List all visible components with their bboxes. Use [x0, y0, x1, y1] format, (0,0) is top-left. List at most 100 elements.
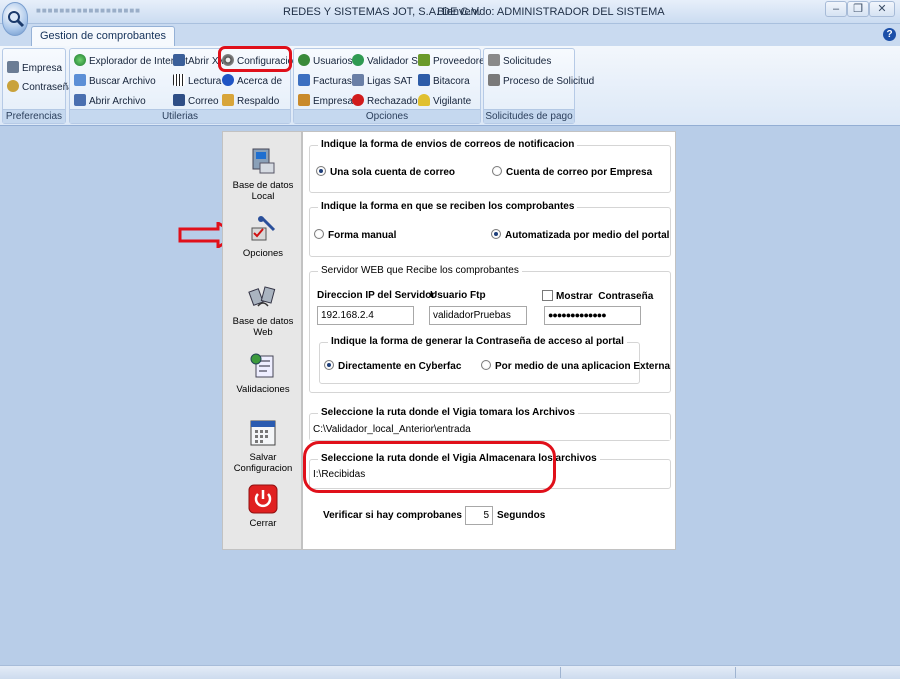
password-input[interactable]: ●●●●●●●●●●●●●	[544, 306, 641, 325]
save-config-icon	[248, 418, 278, 448]
empresas-button[interactable]: Empresas	[298, 94, 358, 110]
key-icon	[7, 80, 19, 92]
backup-icon	[222, 94, 234, 106]
rejected-icon	[352, 94, 364, 106]
application-menu-button[interactable]	[2, 2, 28, 36]
legend-recibir: Indique la forma en que se reciben los c…	[318, 201, 578, 212]
companies-icon	[298, 94, 310, 106]
group-label-preferencias: Preferencias	[3, 109, 65, 123]
group-label-solicitudes: Solicitudes de pago	[484, 109, 574, 123]
options-icon	[248, 214, 278, 244]
rechazados-button[interactable]: Rechazados	[352, 94, 423, 110]
radio-cuenta-por-empresa[interactable]: Cuenta de correo por Empresa	[492, 166, 652, 178]
help-icon[interactable]: ?	[883, 28, 896, 41]
restore-button[interactable]: ❐	[847, 1, 869, 17]
correo-button[interactable]: Correo	[173, 94, 219, 110]
title-bar: ■■■■■■■■■■■■■■■■■■ REDES Y SISTEMAS JOT,…	[0, 0, 900, 24]
buscar-archivo-button[interactable]: Buscar Archivo	[74, 74, 156, 90]
xml-file-icon	[173, 54, 185, 66]
fieldset-correos: Indique la forma de envios de correos de…	[309, 139, 671, 193]
respaldo-button[interactable]: Respaldo	[222, 94, 279, 110]
bitacora-button[interactable]: Bitacora	[418, 74, 470, 90]
user-input[interactable]: validadorPruebas	[429, 306, 527, 325]
search-file-icon	[74, 74, 86, 86]
explorador-internet-button[interactable]: Explorador de Internet	[74, 54, 188, 70]
legend-servidor: Servidor WEB que Recibe los comprobantes	[318, 265, 522, 276]
solicitudes-button[interactable]: Solicitudes	[488, 54, 551, 70]
empresa-button[interactable]: Empresa	[7, 61, 62, 77]
tab-gestion-comprobantes[interactable]: Gestion de comprobantes	[31, 26, 175, 46]
link-icon	[352, 74, 364, 86]
verificar-label: Verificar si hay comprobanes cada	[323, 510, 488, 521]
watchman-icon	[418, 94, 430, 106]
mail-icon	[173, 94, 185, 106]
ruta-guardar-highlight	[303, 441, 556, 493]
nav-cerrar[interactable]: Cerrar	[223, 484, 303, 529]
close-button[interactable]: ✕	[869, 1, 895, 17]
group-label-utilerias: Utilerias	[70, 109, 290, 123]
request-icon	[488, 54, 500, 66]
power-icon	[248, 484, 278, 514]
fieldset-acceso: Indique la forma de generar la Contraseñ…	[319, 336, 670, 384]
radio-directamente-cyberfac[interactable]: Directamente en Cyberfac	[324, 360, 461, 372]
legend-acceso: Indique la forma de generar la Contraseñ…	[328, 336, 627, 347]
left-navigation: Base de datos Local Opciones Base de dat…	[222, 131, 302, 550]
usuarios-button[interactable]: Usuarios	[298, 54, 352, 70]
ruta-tomar-input[interactable]: C:\Validador_local_Anterior\entrada	[310, 421, 670, 440]
ip-input[interactable]: 192.168.2.4	[317, 306, 414, 325]
invoice-icon	[298, 74, 310, 86]
radio-aplicacion-externa[interactable]: Por medio de una aplicacion Externa	[481, 360, 670, 372]
fieldset-servidor: Servidor WEB que Recibe los comprobantes…	[309, 265, 671, 393]
ribbon: Empresa Contraseña Preferencias Explorad…	[0, 46, 900, 126]
ligas-sat-button[interactable]: Ligas SAT	[352, 74, 412, 90]
radio-dot	[314, 229, 324, 239]
legend-correos: Indique la forma de envios de correos de…	[318, 139, 578, 150]
fieldset-ruta-tomar: Seleccione la ruta donde el Vigia tomara…	[309, 407, 671, 441]
radio-dot	[492, 166, 502, 176]
acerca-de-button[interactable]: Acerca de	[222, 74, 282, 90]
nav-opciones[interactable]: Opciones	[223, 214, 303, 259]
company-icon	[7, 61, 19, 73]
quick-access-toolbar[interactable]: ■■■■■■■■■■■■■■■■■■	[36, 6, 141, 15]
legend-ruta-tomar: Seleccione la ruta donde el Vigia tomara…	[318, 407, 578, 418]
ip-label: Direccion IP del Servidor	[317, 290, 436, 301]
radio-una-cuenta[interactable]: Una sola cuenta de correo	[316, 166, 455, 178]
verificar-interval-input[interactable]: 5	[465, 506, 493, 525]
segundos-label: Segundos	[497, 510, 546, 521]
configuracion-highlight	[218, 46, 292, 72]
radio-dot-selected	[491, 229, 501, 239]
database-local-icon	[248, 146, 278, 176]
validations-icon	[248, 350, 278, 380]
nav-base-datos-web[interactable]: Base de datos Web	[223, 282, 303, 338]
welcome-text: Bienvenido: ADMINISTRADOR DEL SISTEMA	[437, 6, 665, 18]
checkbox-box	[542, 290, 553, 301]
proceso-solicitud-button[interactable]: Proceso de Solicitud	[488, 74, 594, 90]
lectura-button[interactable]: Lectura	[173, 74, 221, 90]
minimize-button[interactable]: –	[825, 1, 847, 17]
log-icon	[418, 74, 430, 86]
radio-automatizada[interactable]: Automatizada por medio del portal	[491, 229, 669, 241]
nav-validaciones[interactable]: Validaciones	[223, 350, 303, 395]
process-icon	[488, 74, 500, 86]
abrir-archivo-button[interactable]: Abrir Archivo	[74, 94, 146, 110]
group-opciones: Usuarios Facturas Empresas Validador SAT…	[293, 48, 490, 124]
show-password-checkbox[interactable]: Mostrar Contraseña	[542, 290, 653, 302]
group-label-opciones: Opciones	[294, 109, 480, 123]
radio-dot-selected	[324, 360, 334, 370]
nav-base-datos-local[interactable]: Base de datos Local	[223, 146, 303, 202]
radio-forma-manual[interactable]: Forma manual	[314, 229, 396, 241]
suppliers-icon	[418, 54, 430, 66]
info-icon	[222, 74, 234, 86]
contrasena-button[interactable]: Contraseña	[7, 80, 74, 96]
fieldset-recibir: Indique la forma en que se reciben los c…	[309, 201, 671, 257]
nav-salvar-configuracion[interactable]: Salvar Configuracion	[223, 418, 303, 474]
user-label: Usuario Ftp	[430, 290, 486, 301]
group-solicitudes: Solicitudes Proceso de Solicitud Solicit…	[483, 48, 594, 124]
vigilante-button[interactable]: Vigilante	[418, 94, 471, 110]
folder-open-icon	[74, 94, 86, 106]
proveedores-button[interactable]: Proveedores	[418, 54, 490, 70]
facturas-button[interactable]: Facturas	[298, 74, 352, 90]
magnifier-icon	[8, 11, 25, 28]
barcode-icon	[173, 74, 185, 86]
globe-icon	[74, 54, 86, 66]
